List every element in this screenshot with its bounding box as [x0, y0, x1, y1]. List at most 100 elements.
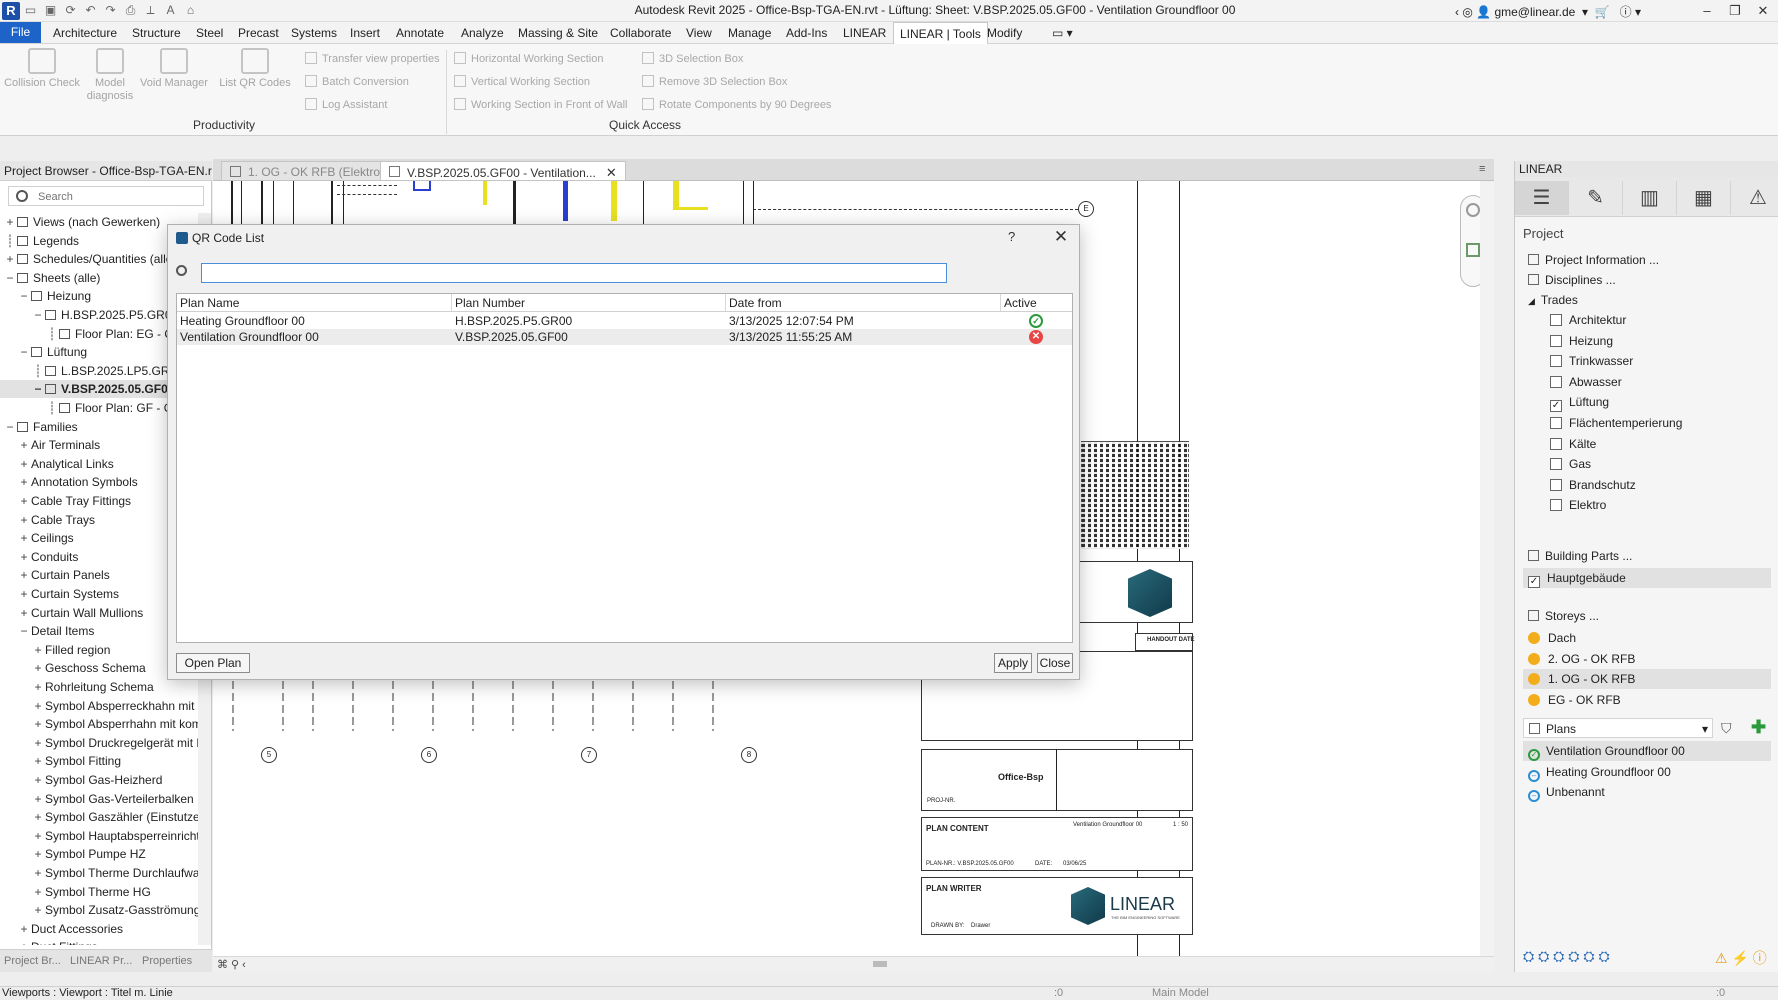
- close-tab-icon[interactable]: ✕: [606, 165, 617, 180]
- tree-item[interactable]: + Symbol Gas-Verteilerbalken: [0, 790, 198, 808]
- tab-add-ins[interactable]: Add-Ins: [786, 26, 827, 40]
- list-qr-codes-button[interactable]: List QR Codes: [216, 48, 294, 90]
- trade-item[interactable]: Heizung: [1523, 331, 1771, 351]
- tab-massing-site[interactable]: Massing & Site: [518, 26, 598, 40]
- expand-icon[interactable]: +: [31, 808, 45, 826]
- expand-icon[interactable]: +: [31, 901, 45, 919]
- apply-button[interactable]: Apply: [994, 653, 1032, 673]
- expand-icon[interactable]: +: [31, 678, 45, 696]
- expand-icon[interactable]: +: [31, 715, 45, 733]
- user-email[interactable]: gme@linear.de: [1494, 5, 1575, 19]
- close-icon[interactable]: ✕: [1048, 225, 1074, 249]
- tab-collaborate[interactable]: Collaborate: [610, 26, 671, 40]
- user-account[interactable]: ‹ ◎ 👤 gme@linear.de ▾ 🛒 ⓘ ▾: [1455, 3, 1641, 20]
- tab-linear-tools[interactable]: LINEAR | Tools: [893, 22, 988, 44]
- building-item[interactable]: ✓ Hauptgebäude: [1523, 568, 1771, 588]
- measure-icon[interactable]: ⟂: [144, 4, 157, 17]
- expand-icon[interactable]: +: [17, 585, 31, 603]
- cart-icon[interactable]: ▾ 🛒: [1579, 5, 1610, 19]
- trade-checkbox[interactable]: [1550, 458, 1562, 471]
- column-header-date-from[interactable]: Date from: [726, 294, 1001, 312]
- plan-item[interactable]: – Heating Groundfloor 00: [1523, 762, 1771, 782]
- plan-item[interactable]: – Unbenannt: [1523, 782, 1771, 803]
- tree-item[interactable]: +Symbol Hauptabsperreinrichtung: [0, 827, 198, 845]
- status-model[interactable]: Main Model: [1152, 987, 1209, 999]
- collapse-icon[interactable]: −: [31, 380, 45, 398]
- trade-checkbox[interactable]: [1550, 314, 1562, 326]
- restore-icon[interactable]: ❐: [1721, 0, 1749, 22]
- inactive-cross-icon[interactable]: ✕: [1029, 330, 1043, 344]
- view-tab-elektro[interactable]: 1. OG - OK RFB (Elektro): [221, 161, 394, 181]
- tree-item[interactable]: + Symbol Gas-Heizherd: [0, 771, 198, 789]
- trade-checkbox[interactable]: ✓: [1550, 400, 1562, 413]
- view-controls-icon[interactable]: ⌘ ⚲ ‹: [217, 958, 246, 971]
- tree-item[interactable]: +Symbol Druckregelgerät mit Filter: [0, 734, 198, 752]
- home-icon[interactable]: ⌂: [184, 4, 197, 17]
- tab-annotate[interactable]: Annotate: [396, 26, 444, 40]
- void-manager-button[interactable]: Void Manager: [138, 48, 210, 90]
- tab-file[interactable]: File: [0, 22, 41, 43]
- tree-item[interactable]: + Symbol Fitting: [0, 752, 198, 770]
- expand-icon[interactable]: +: [17, 529, 31, 547]
- collapse-icon[interactable]: −: [3, 418, 17, 436]
- binoculars-icon[interactable]: ‹ ◎: [1455, 5, 1473, 19]
- add-plan-icon[interactable]: ✚: [1751, 717, 1766, 738]
- scroll-thumb[interactable]: [873, 961, 887, 967]
- close-button[interactable]: Close: [1037, 653, 1073, 673]
- expand-icon[interactable]: +: [31, 752, 45, 770]
- tree-item[interactable]: +Symbol Therme Durchlaufwasser: [0, 864, 198, 882]
- minimize-icon[interactable]: –: [1693, 0, 1721, 22]
- log-assistant-button[interactable]: Log Assistant: [305, 98, 387, 111]
- help-button[interactable]: ?: [1008, 229, 1015, 244]
- expand-icon[interactable]: +: [17, 548, 31, 566]
- bottom-warning-icon[interactable]: ⚠ ⚡ ⓘ: [1715, 948, 1767, 968]
- storey-item[interactable]: EG - OK RFB: [1523, 690, 1771, 710]
- expand-icon[interactable]: +: [31, 659, 45, 677]
- tab-insert[interactable]: Insert: [350, 26, 380, 40]
- expand-icon[interactable]: +: [31, 697, 45, 715]
- storey-item[interactable]: 1. OG - OK RFB: [1523, 669, 1771, 690]
- panel-toggle-icon[interactable]: ▭ ▾: [1052, 26, 1073, 40]
- tab-analyze[interactable]: Analyze: [461, 26, 504, 40]
- qr-search-input[interactable]: [201, 263, 947, 283]
- remove-3d-selection-box-button[interactable]: Remove 3D Selection Box: [642, 75, 787, 88]
- disciplines-button[interactable]: Disciplines ...: [1523, 270, 1771, 290]
- tree-item[interactable]: + Symbol Absperrhahn mit kombi: [0, 715, 198, 733]
- expand-icon[interactable]: +: [17, 938, 31, 945]
- batch-conversion-button[interactable]: Batch Conversion: [305, 75, 409, 88]
- building-checkbox[interactable]: ✓: [1528, 576, 1540, 588]
- trade-item[interactable]: Kälte: [1523, 434, 1771, 454]
- model-diagnosis-button[interactable]: Model diagnosis: [84, 48, 136, 103]
- storey-item[interactable]: 2. OG - OK RFB: [1523, 649, 1771, 669]
- rotate-components-button[interactable]: Rotate Components by 90 Degrees: [642, 98, 831, 111]
- tree-item[interactable]: + Symbol Gaszähler (Einstutzen): [0, 808, 198, 826]
- expand-icon[interactable]: +: [31, 827, 45, 845]
- view-tab-sheet[interactable]: V.BSP.2025.05.GF00 - Ventilation... ✕: [380, 161, 626, 181]
- redo-icon[interactable]: ↷: [104, 4, 117, 17]
- text-icon[interactable]: A: [164, 4, 177, 17]
- close-window-icon[interactable]: ✕: [1749, 0, 1777, 22]
- collision-check-button[interactable]: Collision Check: [4, 48, 80, 90]
- trade-checkbox[interactable]: [1550, 478, 1562, 491]
- print-icon[interactable]: ⎙: [124, 4, 137, 17]
- trade-item[interactable]: Gas: [1523, 454, 1771, 474]
- tree-item[interactable]: + Rohrleitung Schema: [0, 678, 198, 696]
- tab-linear-properties[interactable]: LINEAR Pr...: [70, 955, 132, 967]
- steering-wheel-icon[interactable]: [1466, 203, 1480, 217]
- trade-item[interactable]: ✓ Lüftung: [1523, 392, 1771, 413]
- tab-modify[interactable]: Modify: [987, 26, 1022, 40]
- trade-checkbox[interactable]: [1550, 355, 1562, 368]
- building-parts-button[interactable]: Building Parts ...: [1523, 546, 1771, 566]
- expand-icon[interactable]: +: [17, 920, 31, 938]
- tab-linear[interactable]: LINEAR: [843, 26, 886, 40]
- trades-toggle[interactable]: ◢ Trades: [1523, 290, 1771, 310]
- collapse-icon[interactable]: −: [31, 306, 45, 324]
- trade-item[interactable]: Trinkwasser: [1523, 351, 1771, 371]
- tab-systems[interactable]: Systems: [291, 26, 337, 40]
- tab-structure[interactable]: Structure: [132, 26, 181, 40]
- expand-icon[interactable]: +: [31, 790, 45, 808]
- tab-precast[interactable]: Precast: [238, 26, 279, 40]
- expand-icon[interactable]: +: [31, 771, 45, 789]
- trade-checkbox[interactable]: [1550, 417, 1562, 429]
- open-plan-button[interactable]: Open Plan: [176, 653, 250, 673]
